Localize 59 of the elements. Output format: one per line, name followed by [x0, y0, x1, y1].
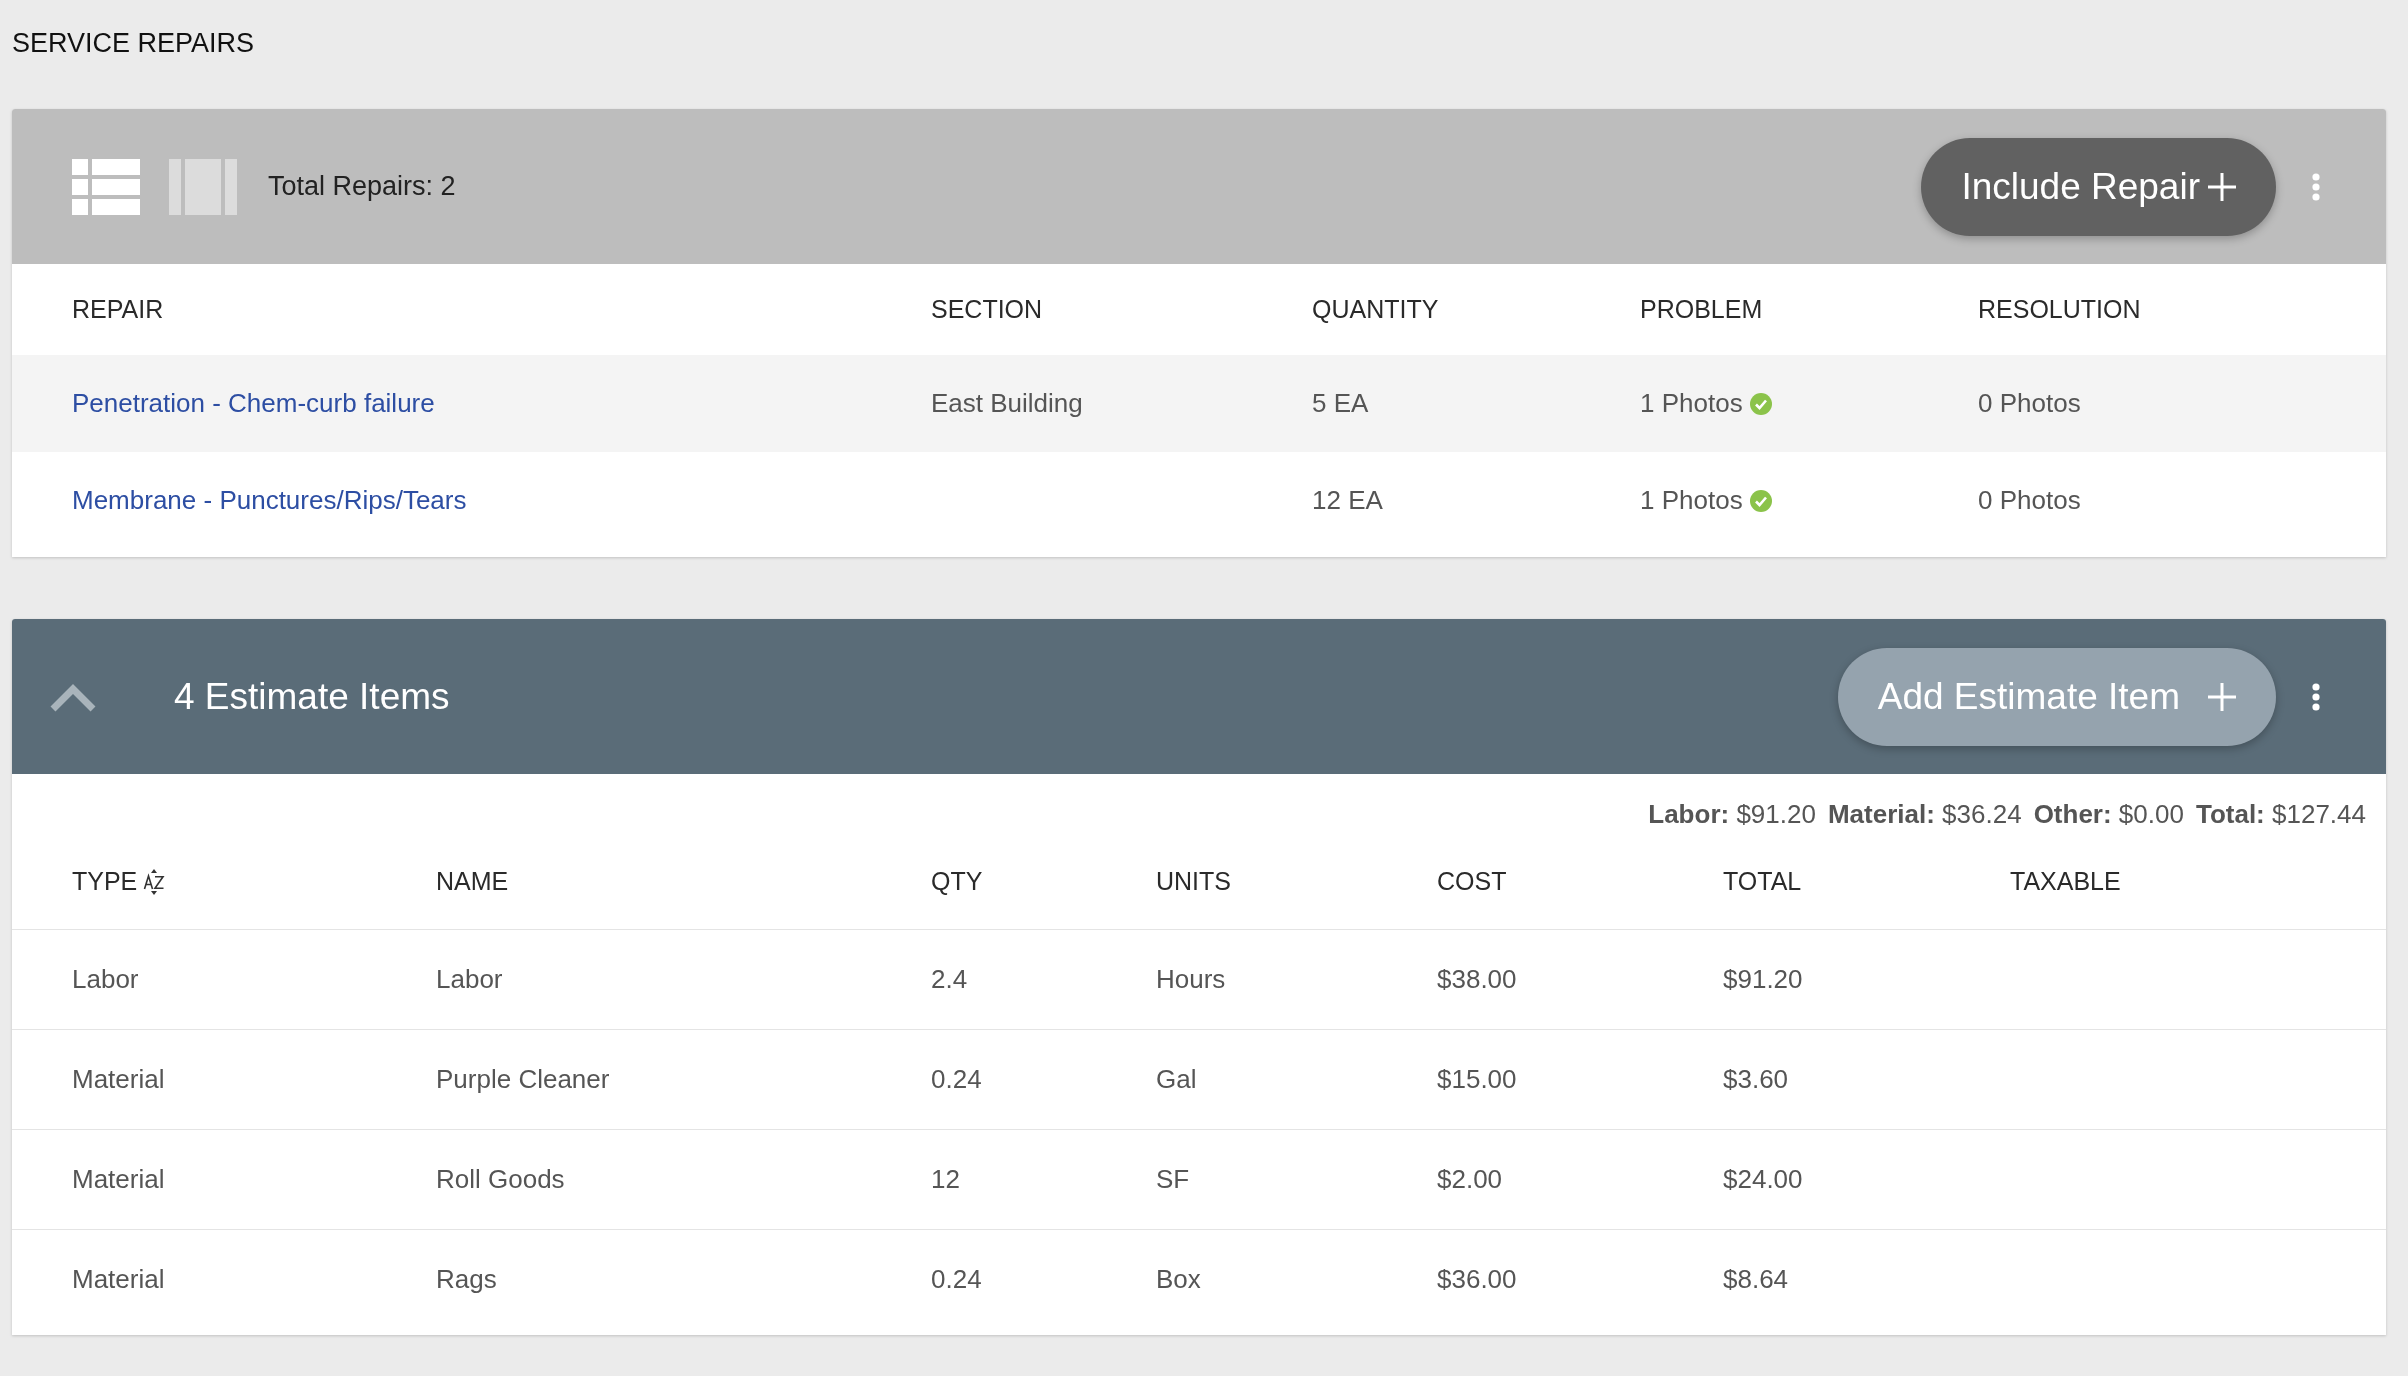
list-view-icon[interactable] — [72, 158, 140, 215]
table-cell: 0.24 — [931, 1264, 982, 1295]
table-cell: Labor — [72, 964, 139, 995]
cost-total: Total: $127.44 — [2195, 798, 2366, 831]
column-header: QTY — [931, 867, 983, 896]
table-cell: East Building — [931, 388, 1083, 419]
table-cell: 1 Photos — [1640, 485, 1743, 516]
column-header: TAXABLE — [2010, 867, 2121, 896]
table-cell: 0.24 — [931, 1064, 982, 1095]
total-repairs-count: Total Repairs: 2 — [268, 171, 456, 202]
table-cell: $36.00 — [1437, 1264, 1517, 1295]
table-cell: Rags — [436, 1264, 497, 1295]
repair-link[interactable]: Membrane - Punctures/Rips/Tears — [72, 485, 467, 516]
column-header: REPAIR — [72, 295, 164, 324]
page-title: SERVICE REPAIRS — [12, 27, 255, 60]
table-cell: Hours — [1156, 964, 1226, 995]
repair-link[interactable]: Penetration - Chem-curb failure — [72, 388, 435, 419]
column-header: TOTAL — [1723, 867, 1802, 896]
table-cell: $3.60 — [1723, 1064, 1789, 1095]
cost-total: Other: $0.00 — [2033, 798, 2184, 831]
table-cell: Labor — [436, 964, 503, 995]
table-cell: $2.00 — [1437, 1164, 1503, 1195]
cost-total: Material: $36.24 — [1827, 798, 2022, 831]
table-cell: Roll Goods — [436, 1164, 565, 1195]
table-cell: Material — [72, 1264, 165, 1295]
table-cell: SF — [1156, 1164, 1190, 1195]
table-cell: Gal — [1156, 1064, 1197, 1095]
table-cell: $15.00 — [1437, 1064, 1517, 1095]
column-header: PROBLEM — [1640, 295, 1763, 324]
table-cell: $91.20 — [1723, 964, 1803, 995]
table-cell: 1 Photos — [1640, 388, 1743, 419]
columns-view-icon[interactable] — [169, 158, 237, 215]
plus-icon — [2208, 172, 2236, 201]
table-cell: 12 EA — [1312, 485, 1383, 516]
table-cell: Purple Cleaner — [436, 1064, 610, 1095]
include-repair-button[interactable]: Include Repair — [1921, 137, 2276, 236]
sort-icon[interactable] — [143, 868, 166, 895]
table-cell: $8.64 — [1723, 1264, 1789, 1295]
table-cell: $38.00 — [1437, 964, 1517, 995]
table-cell: 2.4 — [931, 964, 968, 995]
table-cell: Material — [72, 1064, 165, 1095]
plus-icon — [2208, 682, 2236, 711]
table-cell: Material — [72, 1164, 165, 1195]
column-header: RESOLUTION — [1978, 295, 2141, 324]
column-header: UNITS — [1156, 867, 1231, 896]
column-header: TYPE — [72, 867, 138, 896]
table-cell: 5 EA — [1312, 388, 1369, 419]
column-header: COST — [1437, 867, 1507, 896]
table-cell: 0 Photos — [1978, 485, 2081, 516]
table-cell: 12 — [931, 1164, 960, 1195]
column-header: QUANTITY — [1312, 295, 1439, 324]
cost-total: Labor: $91.20 — [1648, 798, 1816, 831]
kebab-menu-icon[interactable] — [2312, 682, 2320, 711]
column-header: NAME — [436, 867, 509, 896]
table-cell: Box — [1156, 1264, 1201, 1295]
table-cell: $24.00 — [1723, 1164, 1803, 1195]
table-cell: 0 Photos — [1978, 388, 2081, 419]
estimate-items-title: 4 Estimate Items — [174, 675, 450, 718]
column-header: SECTION — [931, 295, 1043, 324]
